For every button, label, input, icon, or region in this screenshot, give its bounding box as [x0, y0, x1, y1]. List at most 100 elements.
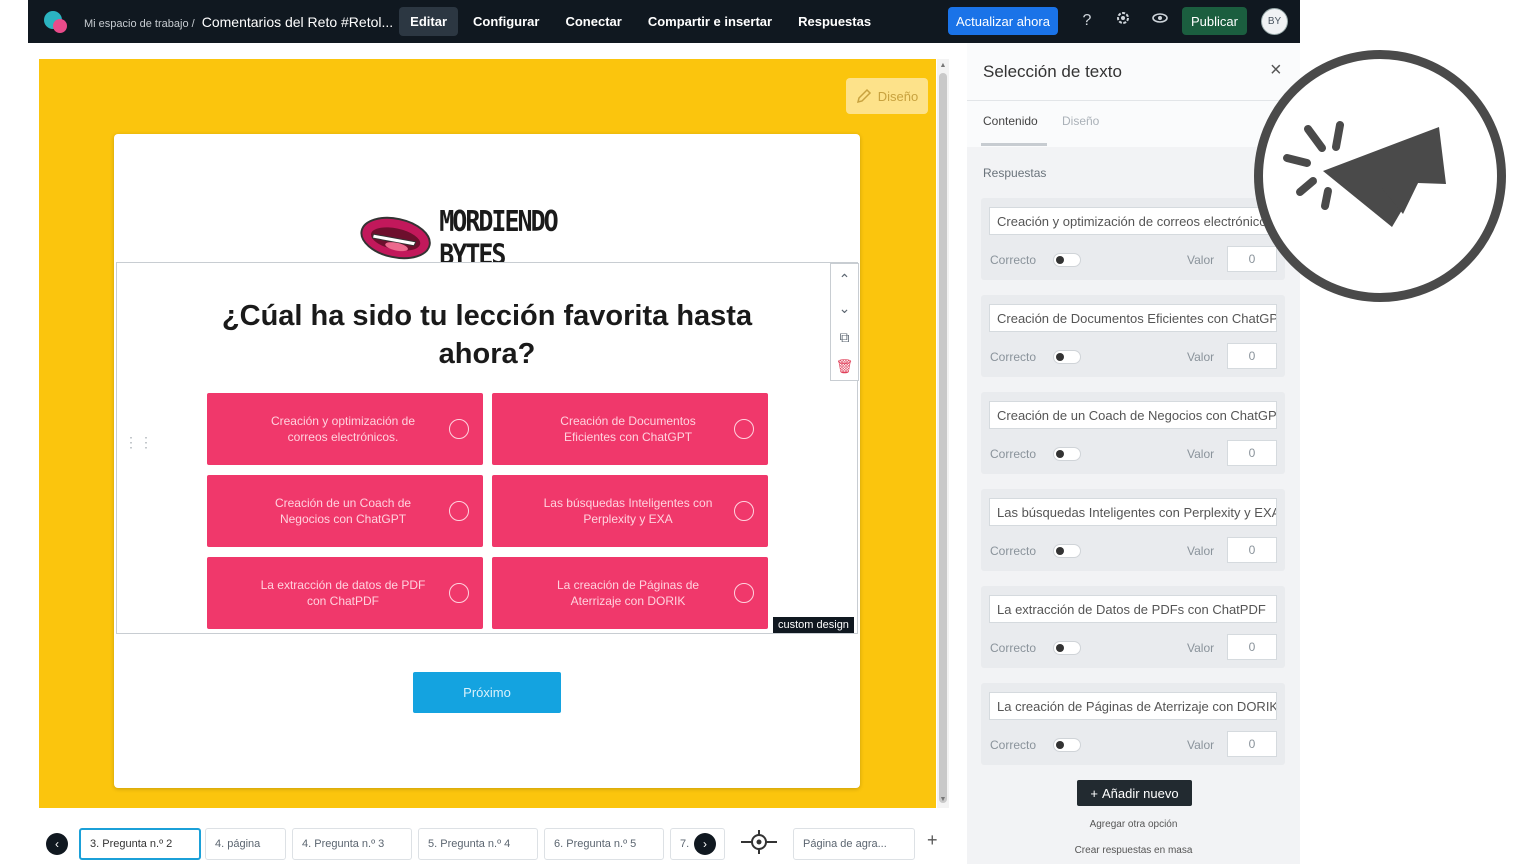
correct-label: Correcto	[990, 350, 1037, 364]
publish-button[interactable]: Publicar	[1182, 7, 1247, 35]
pencil-icon	[856, 88, 871, 104]
nav-share[interactable]: Compartir e insertar	[637, 7, 783, 36]
breadcrumb-workspace[interactable]: Mi espacio de trabajo /	[84, 18, 195, 30]
correct-toggle[interactable]	[1053, 447, 1081, 461]
value-label: Valor	[1187, 544, 1215, 558]
add-new-button[interactable]: + Añadir nuevo	[1077, 780, 1192, 806]
radio-circle-icon[interactable]	[734, 583, 754, 603]
page-tab-6[interactable]: 6. Pregunta n.º 5	[544, 828, 664, 860]
option-card-4: Las búsquedas Inteligentes con Perplexit…	[981, 489, 1285, 571]
answer-option-4[interactable]: Las búsquedas Inteligentes con Perplexit…	[492, 475, 768, 547]
properties-panel: Selección de texto × Contenido Diseño Re…	[967, 43, 1300, 864]
delete-icon[interactable]: 🗑	[836, 359, 854, 373]
add-new-label: Añadir nuevo	[1101, 785, 1179, 801]
page-tab-ending[interactable]: Página de agra...	[793, 828, 915, 860]
value-input[interactable]: 0	[1227, 440, 1277, 466]
preview-eye-icon[interactable]	[1149, 10, 1171, 32]
move-down-icon[interactable]: ⌄	[839, 301, 851, 315]
value-input[interactable]: 0	[1227, 343, 1277, 369]
scroll-thumb[interactable]	[939, 73, 947, 803]
value-input[interactable]: 0	[1227, 634, 1277, 660]
radio-circle-icon[interactable]	[734, 419, 754, 439]
question-title[interactable]: ¿Cúal ha sido tu lección favorita hasta …	[207, 297, 767, 373]
option-card-3: Creación de un Coach de Negocios con Cha…	[981, 392, 1285, 474]
value-label: Valor	[1187, 253, 1215, 267]
answer-option-5[interactable]: La extracción de datos de PDF con ChatPD…	[207, 557, 483, 629]
answer-label: Creación y optimización de correos elect…	[270, 414, 416, 444]
answer-option-2[interactable]: Creación de Documentos Eficientes con Ch…	[492, 393, 768, 465]
settings-icon[interactable]	[1112, 10, 1134, 32]
nav-edit[interactable]: Editar	[399, 7, 459, 36]
answer-option-1[interactable]: Creación y optimización de correos elect…	[207, 393, 483, 465]
panel-tabs: Contenido Diseño	[967, 101, 1300, 147]
form-title[interactable]: Comentarios del Reto #Retol...	[202, 14, 393, 30]
duplicate-icon[interactable]: ⧉	[840, 330, 850, 344]
option-text-input[interactable]: Creación y optimización de correos elect…	[989, 207, 1277, 235]
prev-page-icon[interactable]: ‹	[46, 833, 68, 855]
tab-design[interactable]: Diseño	[1062, 114, 1099, 128]
canvas-scrollbar[interactable]: ▲ ▼	[937, 59, 949, 808]
option-text-input[interactable]: La extracción de Datos de PDFs con ChatP…	[989, 595, 1277, 623]
answer-option-3[interactable]: Creación de un Coach de Negocios con Cha…	[207, 475, 483, 547]
logic-flow-icon[interactable]	[741, 830, 777, 860]
page-tabs-bar: ‹ 3. Pregunta n.º 2 4. página 4. Pregunt…	[39, 822, 949, 864]
move-up-icon[interactable]: ⌃	[839, 272, 851, 286]
option-text-input[interactable]: Las búsquedas Inteligentes con Perplexit…	[989, 498, 1277, 526]
bulk-answers-link[interactable]: Crear respuestas en masa	[967, 845, 1300, 856]
answer-label: La extracción de datos de PDF con ChatPD…	[260, 578, 426, 608]
tab-content[interactable]: Contenido	[983, 114, 1038, 128]
question-block[interactable]: ⋮⋮ ¿Cúal ha sido tu lección favorita has…	[116, 262, 859, 634]
form-card: MORDIENDO BYTES ⋮⋮ ¿Cúal ha sido tu lecc…	[114, 134, 860, 788]
drag-handle-icon[interactable]: ⋮⋮	[124, 435, 154, 449]
nav-connect[interactable]: Conectar	[554, 7, 632, 36]
nav-configure[interactable]: Configurar	[462, 7, 550, 36]
help-icon[interactable]: ?	[1076, 10, 1098, 32]
design-button[interactable]: Diseño	[846, 78, 928, 114]
page-tab-3[interactable]: 3. Pregunta n.º 2	[79, 828, 201, 860]
add-page-icon[interactable]: +	[927, 830, 938, 851]
value-label: Valor	[1187, 738, 1215, 752]
value-label: Valor	[1187, 350, 1215, 364]
next-button[interactable]: Próximo	[413, 672, 561, 713]
correct-toggle[interactable]	[1053, 544, 1081, 558]
correct-toggle[interactable]	[1053, 253, 1081, 267]
correct-toggle[interactable]	[1053, 350, 1081, 364]
active-tab-indicator	[981, 143, 1047, 146]
answer-label: Las búsquedas Inteligentes con Perplexit…	[543, 496, 713, 526]
scroll-down-arrow-icon[interactable]: ▼	[939, 796, 947, 803]
panel-header: Selección de texto ×	[967, 43, 1300, 101]
value-input[interactable]: 0	[1227, 537, 1277, 563]
radio-circle-icon[interactable]	[734, 501, 754, 521]
option-text-input[interactable]: Creación de un Coach de Negocios con Cha…	[989, 401, 1277, 429]
next-page-icon[interactable]: ›	[694, 833, 716, 855]
brand-logo: MORDIENDO BYTES	[358, 205, 628, 271]
scroll-up-arrow-icon[interactable]: ▲	[939, 62, 947, 69]
correct-label: Correcto	[990, 544, 1037, 558]
option-text-input[interactable]: Creación de Documentos Eficientes con Ch…	[989, 304, 1277, 332]
correct-toggle[interactable]	[1053, 641, 1081, 655]
page-tab-4-question[interactable]: 4. Pregunta n.º 3	[292, 828, 412, 860]
cursor-click-icon	[1283, 121, 1446, 227]
answer-label: La creación de Páginas de Aterrizaje con…	[556, 578, 700, 608]
correct-toggle[interactable]	[1053, 738, 1081, 752]
page-tab-4[interactable]: 4. página	[205, 828, 286, 860]
correct-label: Correcto	[990, 253, 1037, 267]
radio-circle-icon[interactable]	[449, 419, 469, 439]
nav-responses[interactable]: Respuestas	[787, 7, 882, 36]
update-now-button[interactable]: Actualizar ahora	[948, 7, 1058, 35]
avatar[interactable]: BY	[1261, 8, 1288, 35]
app-logo[interactable]	[44, 9, 70, 35]
breadcrumb: Mi espacio de trabajo / Comentarios del …	[84, 14, 393, 30]
option-text-input[interactable]: La creación de Páginas de Aterrizaje con…	[989, 692, 1277, 720]
radio-circle-icon[interactable]	[449, 501, 469, 521]
custom-design-tag: custom design	[773, 617, 854, 633]
value-label: Valor	[1187, 447, 1215, 461]
value-input[interactable]: 0	[1227, 731, 1277, 757]
answer-option-6[interactable]: La creación de Páginas de Aterrizaje con…	[492, 557, 768, 629]
option-card-2: Creación de Documentos Eficientes con Ch…	[981, 295, 1285, 377]
radio-circle-icon[interactable]	[449, 583, 469, 603]
add-other-option-link[interactable]: Agregar otra opción	[967, 819, 1300, 830]
answer-grid: Creación y optimización de correos elect…	[207, 393, 769, 629]
plus-icon: +	[1090, 785, 1098, 801]
page-tab-5[interactable]: 5. Pregunta n.º 4	[418, 828, 538, 860]
